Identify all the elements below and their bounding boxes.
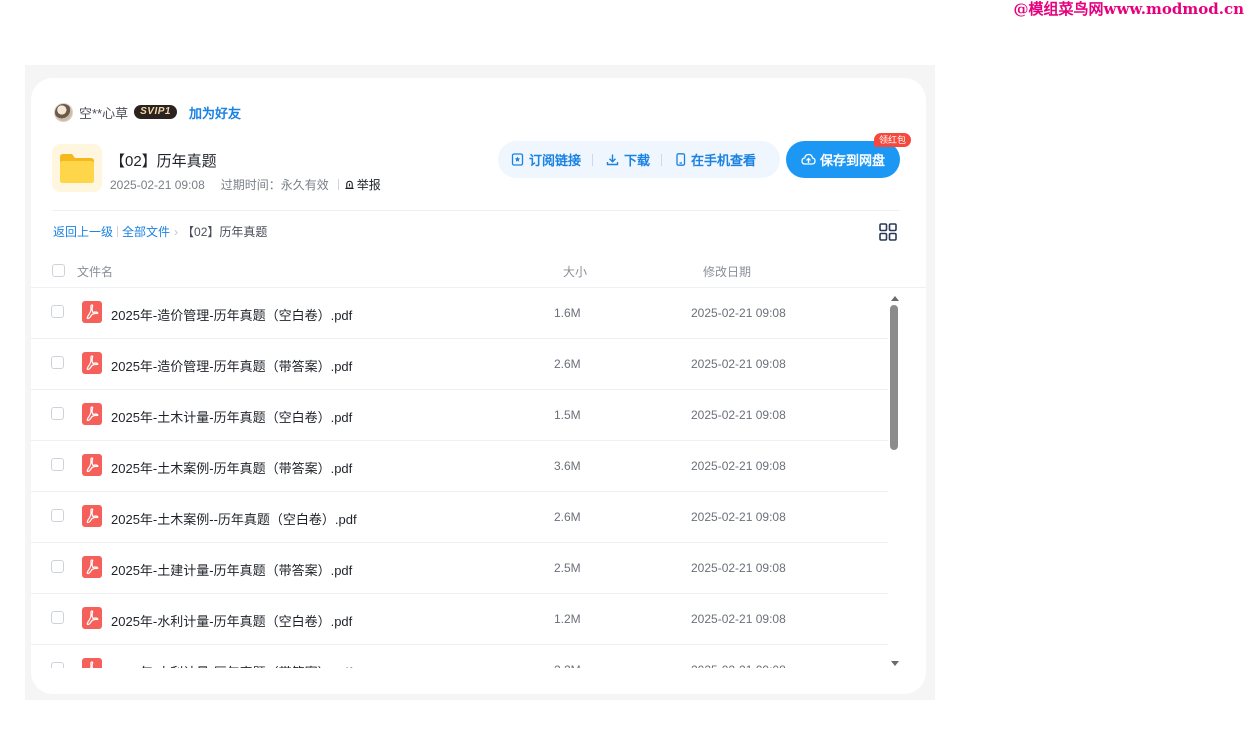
table-row[interactable]: 2025年-土建计量-历年真题（带答案）.pdf 2.5M 2025-02-21 0… — [31, 543, 888, 594]
pdf-icon — [82, 301, 102, 328]
file-date: 2025-02-21 09:08 — [691, 408, 786, 422]
file-name[interactable]: 2025年-土木案例--历年真题（空白卷）.pdf — [111, 509, 357, 528]
file-date: 2025-02-21 09:08 — [691, 510, 786, 524]
username: 空**心草 — [79, 105, 129, 121]
pdf-icon — [82, 658, 102, 668]
action-group: 订阅链接 下载 在手机查看 — [498, 141, 780, 178]
cloud-upload-icon — [801, 153, 816, 165]
add-friend-link[interactable]: 加为好友 — [189, 103, 241, 122]
phone-icon — [676, 153, 686, 166]
row-checkbox[interactable] — [51, 662, 64, 668]
row-checkbox[interactable] — [51, 356, 64, 369]
file-name[interactable]: 2025年-土木计量-历年真题（空白卷）.pdf — [111, 407, 352, 426]
download-label: 下载 — [624, 153, 651, 168]
column-date[interactable]: 修改日期 — [703, 263, 751, 280]
table-row[interactable]: 2025年-水利计量-历年真题（空白卷）.pdf 1.2M 2025-02-21 0… — [31, 594, 888, 645]
watermark: @模组菜鸟网www.modmod.cn — [1013, 0, 1244, 18]
scroll-up-arrow[interactable] — [889, 291, 901, 301]
table-header: 文件名 大小 修改日期 — [31, 260, 926, 286]
subscribe-link-button[interactable]: 订阅链接 — [511, 150, 581, 169]
share-card: 空**心草 SVIP1 加为好友 【02】历年真题 2025-02-21 09:… — [31, 78, 926, 694]
row-checkbox[interactable] — [51, 305, 64, 318]
row-checkbox[interactable] — [51, 458, 64, 471]
file-name[interactable]: 2025年-水利计量-历年真题（空白卷）.pdf — [111, 611, 352, 630]
file-size: 2.5M — [554, 561, 581, 575]
table-row[interactable]: 2025年-造价管理-历年真题（带答案）.pdf 2.6M 2025-02-21 0… — [31, 339, 888, 390]
file-title: 【02】历年真题 — [110, 153, 217, 170]
row-checkbox[interactable] — [51, 407, 64, 420]
file-name[interactable]: 2025年-造价管理-历年真题（带答案）.pdf — [111, 356, 352, 375]
file-date: 2025-02-21 09:08 — [691, 459, 786, 473]
created-time: 2025-02-21 09:08 — [110, 177, 205, 192]
file-meta: 2025-02-21 09:08 过期时间：永久有效 举报 — [110, 176, 381, 193]
back-link[interactable]: 返回上一级 — [53, 223, 113, 240]
scroll-down-arrow[interactable] — [889, 655, 901, 666]
pdf-icon — [82, 607, 102, 634]
header-divider — [52, 210, 900, 211]
pdf-icon — [82, 505, 102, 532]
download-icon — [606, 154, 619, 166]
file-name[interactable]: 2025年-水利计量-历年真题（带答案）.pdf — [111, 662, 352, 668]
file-size: 1.2M — [554, 612, 581, 626]
sharer-info: 空**心草 SVIP1 加为好友 — [54, 102, 241, 122]
report-button[interactable]: 举报 — [344, 176, 381, 193]
breadcrumb-bar — [117, 226, 119, 237]
file-name[interactable]: 2025年-造价管理-历年真题（空白卷）.pdf — [111, 305, 352, 324]
avatar[interactable] — [54, 102, 73, 122]
row-checkbox[interactable] — [51, 560, 64, 573]
action-separator — [592, 153, 594, 166]
file-size: 2.2M — [554, 663, 581, 668]
folder-icon — [52, 144, 102, 192]
scrollbar-thumb[interactable] — [890, 305, 898, 450]
file-date: 2025-02-21 09:08 — [691, 612, 786, 626]
subscribe-label: 订阅链接 — [529, 153, 582, 168]
breadcrumb: 返回上一级 全部文件 › 【02】历年真题 — [53, 223, 267, 240]
file-name[interactable]: 2025年-土建计量-历年真题（带答案）.pdf — [111, 560, 352, 579]
select-all-checkbox[interactable] — [52, 264, 65, 277]
row-checkbox[interactable] — [51, 611, 64, 624]
chevron-right-icon: › — [174, 224, 179, 239]
report-label: 举报 — [356, 178, 381, 192]
alarm-icon — [345, 180, 354, 189]
file-date: 2025-02-21 09:08 — [691, 357, 786, 371]
view-on-mobile-button[interactable]: 在手机查看 — [675, 150, 756, 169]
table-row[interactable]: 2025年-土木案例-历年真题（带答案）.pdf 3.6M 2025-02-21 0… — [31, 441, 888, 492]
table-row[interactable]: 2025年-造价管理-历年真题（空白卷）.pdf 1.6M 2025-02-21 0… — [31, 288, 888, 339]
table-row[interactable]: 2025年-土木案例--历年真题（空白卷）.pdf 2.6M 2025-02-21 … — [31, 492, 888, 543]
action-separator — [661, 153, 663, 166]
table-row[interactable]: 2025年-土木计量-历年真题（空白卷）.pdf 1.5M 2025-02-21 0… — [31, 390, 888, 441]
file-date: 2025-02-21 09:08 — [691, 663, 786, 668]
pdf-icon — [82, 403, 102, 430]
file-list[interactable]: 2025年-造价管理-历年真题（空白卷）.pdf 1.6M 2025-02-21 0… — [31, 288, 888, 668]
pdf-icon — [82, 556, 102, 583]
save-label: 保存到网盘 — [819, 153, 885, 168]
file-name[interactable]: 2025年-土木案例-历年真题（带答案）.pdf — [111, 458, 352, 477]
download-button[interactable]: 下载 — [606, 150, 650, 169]
all-files-link[interactable]: 全部文件 — [122, 223, 170, 240]
file-size: 2.6M — [554, 357, 581, 371]
pdf-icon — [82, 352, 102, 379]
file-size: 3.6M — [554, 459, 581, 473]
row-checkbox[interactable] — [51, 509, 64, 522]
meta-separator — [337, 179, 339, 190]
grid-view-icon[interactable] — [879, 223, 897, 246]
subscribe-icon — [511, 153, 524, 166]
column-name[interactable]: 文件名 — [77, 263, 113, 280]
file-size: 1.5M — [554, 408, 581, 422]
file-size: 2.6M — [554, 510, 581, 524]
file-date: 2025-02-21 09:08 — [691, 306, 786, 320]
expire-time: 过期时间：永久有效 — [220, 178, 329, 192]
file-size: 1.6M — [554, 306, 581, 320]
breadcrumb-current: 【02】历年真题 — [182, 225, 268, 239]
vip-badge: SVIP1 — [134, 105, 177, 119]
red-packet-badge[interactable]: 领红包 — [874, 133, 912, 147]
column-size[interactable]: 大小 — [563, 263, 587, 280]
pdf-icon — [82, 454, 102, 481]
mobile-label: 在手机查看 — [691, 153, 757, 168]
table-row[interactable]: 2025年-水利计量-历年真题（带答案）.pdf 2.2M 2025-02-21 0… — [31, 645, 888, 668]
file-date: 2025-02-21 09:08 — [691, 561, 786, 575]
